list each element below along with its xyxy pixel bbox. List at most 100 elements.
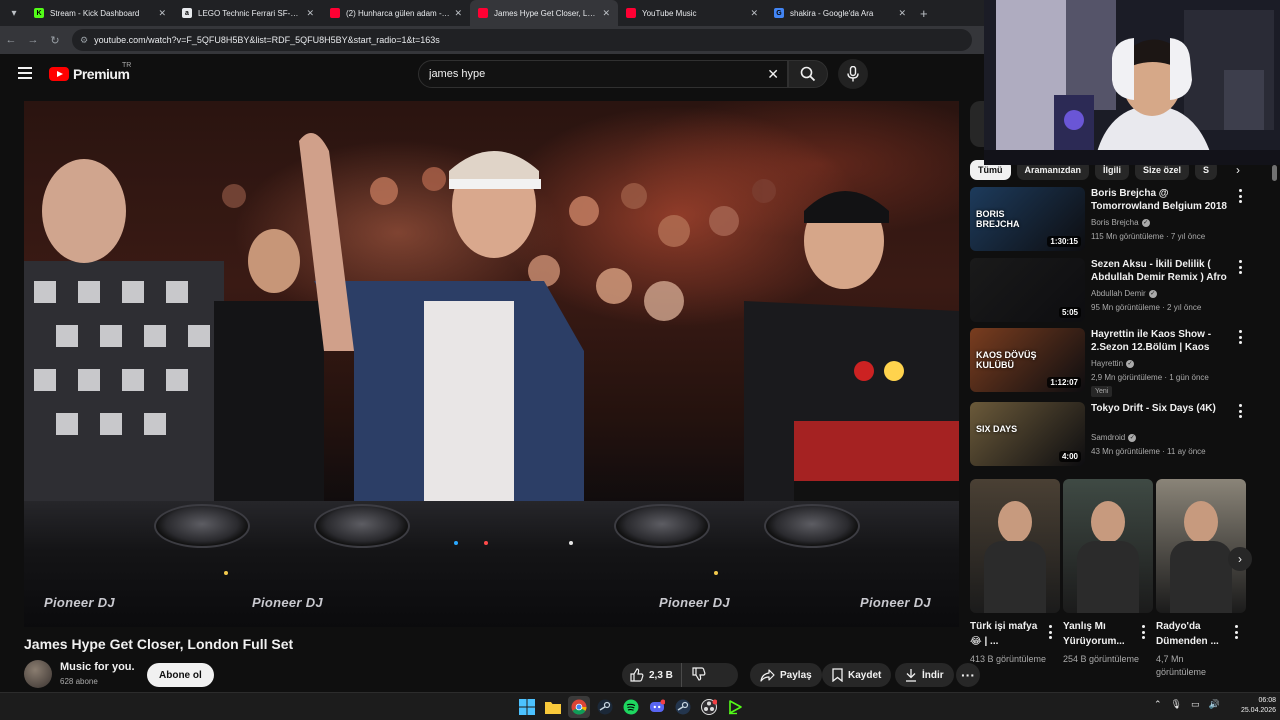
save-button[interactable]: Kaydet <box>822 663 892 687</box>
close-tab-icon[interactable]: ✕ <box>306 8 314 19</box>
more-vertical-icon[interactable] <box>1236 404 1244 418</box>
recommended-video-title[interactable]: Sezen Aksu - İkili Delilik ( Abdullah De… <box>1091 258 1233 284</box>
youtube-play-logo-icon <box>49 67 69 81</box>
more-vertical-icon[interactable] <box>1236 189 1244 203</box>
browser-tab[interactable]: Gshakira - Google'da Ara ✕ <box>766 0 914 26</box>
voice-search-button[interactable] <box>838 59 868 89</box>
webcam-overlay <box>984 0 1280 165</box>
system-tray: ⌃ 🎙 ▭ 🔊 <box>1154 699 1229 710</box>
shorts-next-icon[interactable]: › <box>1228 547 1252 571</box>
back-icon[interactable]: ← <box>0 34 22 46</box>
tab-favicon-icon: a <box>182 8 192 18</box>
tab-favicon-icon: K <box>34 8 44 18</box>
system-clock[interactable]: 06:08 25.04.2026 <box>1232 696 1276 716</box>
tab-title: LEGO Technic Ferrari SF-24 F1 <box>198 8 303 18</box>
close-tab-icon[interactable]: ✕ <box>158 8 166 19</box>
steam-icon[interactable] <box>594 696 616 718</box>
short-item[interactable]: Türk işi mafya 😂 | ... 413 B görüntüleme <box>970 479 1060 664</box>
microphone-tray-icon[interactable]: 🎙 <box>1171 699 1182 710</box>
sidebar-scrollbar[interactable] <box>1272 165 1277 181</box>
site-info-icon[interactable]: ⚙ <box>80 35 88 46</box>
short-item[interactable]: Radyo'da Dümenden ... 4,7 Mn görüntüleme <box>1156 479 1246 677</box>
tray-overflow-icon[interactable]: ⌃ <box>1154 699 1162 710</box>
close-tab-icon[interactable]: ✕ <box>602 8 610 19</box>
short-item[interactable]: Yanlış Mı Yürüyorum... 254 B görüntüleme <box>1063 479 1153 664</box>
recommended-video-title[interactable]: Tokyo Drift - Six Days (4K) <box>1091 402 1233 415</box>
mixer-led <box>714 571 718 575</box>
recommended-video[interactable]: BORIS BREJCHA 1:30:15 Boris Brejcha @ Tomo… <box>970 187 1255 251</box>
video-thumbnail[interactable]: 5:05 <box>970 258 1085 322</box>
short-title[interactable]: Radyo'da Dümenden ... <box>1156 619 1228 649</box>
share-button[interactable]: Paylaş <box>750 663 822 687</box>
browser-tab[interactable]: YouTube Music ✕ <box>618 0 766 26</box>
recommended-channel[interactable]: Abdullah Demir ✓ <box>1091 289 1157 298</box>
close-tab-icon[interactable]: ✕ <box>898 8 906 19</box>
browser-tab[interactable]: a LEGO Technic Ferrari SF-24 F1 ✕ <box>174 0 322 26</box>
recommended-video[interactable]: 5:05 Sezen Aksu - İkili Delilik ( Abdulla… <box>970 258 1255 322</box>
clear-search-icon[interactable]: ✕ <box>767 66 779 83</box>
reload-icon[interactable]: ↻ <box>44 34 66 47</box>
close-tab-icon[interactable]: ✕ <box>750 8 758 19</box>
download-button[interactable]: İndir <box>895 663 954 687</box>
address-bar[interactable]: ⚙ youtube.com/watch?v=F_5QFU8H5BY&list=R… <box>72 29 972 51</box>
dislike-button[interactable] <box>682 663 716 687</box>
steam-icon-2[interactable] <box>672 696 694 718</box>
kick-app-icon[interactable] <box>724 696 746 718</box>
new-tab-icon[interactable]: + <box>920 6 928 21</box>
video-thumbnail[interactable]: SIX DAYS 4:00 <box>970 402 1085 466</box>
bookmark-icon <box>832 668 843 682</box>
more-vertical-icon[interactable] <box>1236 330 1244 344</box>
short-thumbnail[interactable] <box>970 479 1060 613</box>
short-thumbnail[interactable] <box>1063 479 1153 613</box>
short-views: 4,7 Mn görüntüleme <box>1156 654 1207 677</box>
recommended-meta: 95 Mn görüntüleme · 2 yıl önce <box>1091 303 1202 312</box>
browser-tab[interactable]: James Hype Get Closer, London ✕ <box>470 0 618 26</box>
turntable-platter <box>614 504 710 548</box>
more-vertical-icon[interactable] <box>1046 625 1054 639</box>
verified-check-icon: ✓ <box>1128 433 1137 442</box>
windows-taskbar: ⌃ 🎙 ▭ 🔊 06:08 25.04.2026 <box>0 692 1280 720</box>
discord-icon[interactable] <box>646 696 668 718</box>
verified-check-icon: ✓ <box>1148 289 1157 298</box>
display-icon[interactable]: ▭ <box>1191 699 1200 710</box>
short-thumbnail[interactable] <box>1156 479 1246 613</box>
channel-avatar[interactable] <box>24 660 52 688</box>
recommended-channel[interactable]: Samdroid ✓ <box>1091 433 1137 442</box>
video-thumbnail[interactable]: KAOS DÖVÜŞ KULÜBÜ 1:12:07 <box>970 328 1085 392</box>
channel-name[interactable]: Music for you. <box>60 661 135 673</box>
more-vertical-icon[interactable] <box>1236 260 1244 274</box>
pioneer-dj-label: Pioneer DJ <box>860 595 931 610</box>
short-title[interactable]: Türk işi mafya 😂 | ... <box>970 619 1042 649</box>
more-vertical-icon[interactable] <box>1139 625 1147 639</box>
like-button[interactable]: 2,3 B <box>622 663 682 687</box>
search-input[interactable] <box>429 68 749 80</box>
obs-icon[interactable] <box>698 696 720 718</box>
short-thumbnail-figure <box>1091 501 1125 543</box>
forward-icon[interactable]: → <box>22 34 44 46</box>
spotify-icon[interactable] <box>620 696 642 718</box>
youtube-premium-logo[interactable]: Premium TR <box>49 62 131 82</box>
video-thumbnail[interactable]: BORIS BREJCHA 1:30:15 <box>970 187 1085 251</box>
subscribe-button[interactable]: Abone ol <box>147 663 214 687</box>
file-explorer-icon[interactable] <box>542 696 564 718</box>
recommended-channel[interactable]: Hayrettin ✓ <box>1091 359 1135 368</box>
short-thumbnail-figure <box>984 541 1046 613</box>
recommended-video-title[interactable]: Boris Brejcha @ Tomorrowland Belgium 201… <box>1091 187 1233 213</box>
browser-tab[interactable]: K Stream - Kick Dashboard ✕ <box>26 0 174 26</box>
video-player[interactable]: Pioneer DJ Pioneer DJ Pioneer DJ Pioneer… <box>24 101 959 627</box>
tab-search-icon[interactable]: ▾ <box>2 1 26 25</box>
recommended-channel[interactable]: Boris Brejcha ✓ <box>1091 218 1150 227</box>
menu-icon[interactable] <box>18 67 32 79</box>
recommended-video[interactable]: KAOS DÖVÜŞ KULÜBÜ 1:12:07 Hayrettin ile Ka… <box>970 328 1255 397</box>
chrome-icon[interactable] <box>568 696 590 718</box>
subscriber-count: 628 abone <box>60 677 98 686</box>
browser-tab[interactable]: (2) Hunharca gülen adam - You ✕ <box>322 0 470 26</box>
more-vertical-icon[interactable] <box>1232 625 1240 639</box>
close-tab-icon[interactable]: ✕ <box>454 8 462 19</box>
recommended-video[interactable]: SIX DAYS 4:00 Tokyo Drift - Six Days (4K) S… <box>970 402 1255 466</box>
windows-start-icon[interactable] <box>516 696 538 718</box>
recommended-video-title[interactable]: Hayrettin ile Kaos Show - 2.Sezon 12.Böl… <box>1091 328 1233 354</box>
short-title[interactable]: Yanlış Mı Yürüyorum... <box>1063 619 1135 649</box>
search-button[interactable] <box>788 60 828 88</box>
volume-icon[interactable]: 🔊 <box>1209 699 1220 710</box>
